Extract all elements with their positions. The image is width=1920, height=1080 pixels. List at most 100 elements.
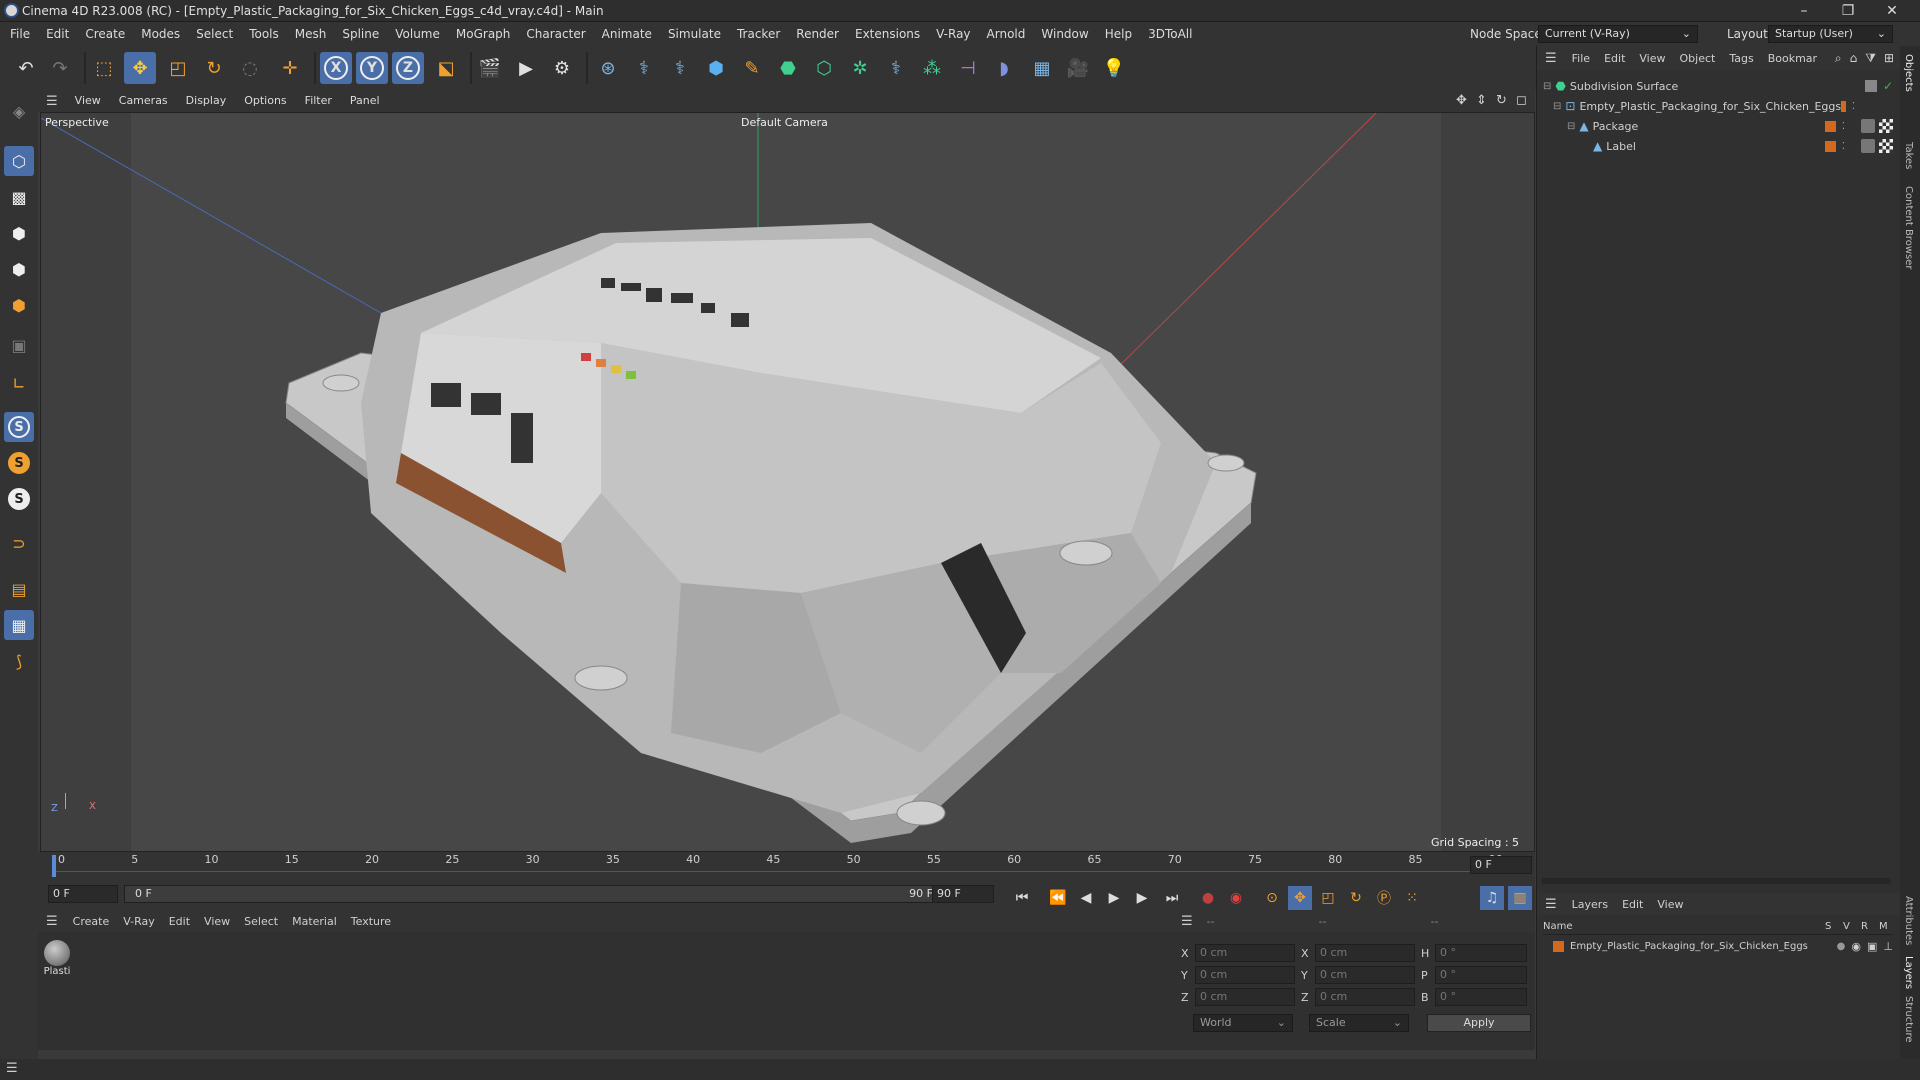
go-to-start-icon[interactable]: ⏮ (1010, 886, 1034, 910)
key-rotation-icon[interactable]: ↻ (1344, 886, 1368, 910)
polygons-mode-icon[interactable]: ⬢ (4, 290, 34, 320)
layers-menu-icon[interactable]: ☰ (1537, 897, 1565, 912)
position-y-field[interactable]: 0 cm (1195, 966, 1295, 984)
viewport-zoom-icon[interactable]: ⇕ (1476, 93, 1487, 108)
mograph-icon[interactable]: ⁂ (916, 52, 948, 84)
x-axis-lock-button[interactable]: X (320, 52, 352, 84)
position-z-field[interactable]: 0 cm (1195, 988, 1295, 1006)
z-axis-lock-button[interactable]: Z (392, 52, 424, 84)
camera-icon[interactable]: 🎥 (1062, 52, 1094, 84)
viewport-menu-cameras[interactable]: Cameras (110, 90, 177, 112)
move-tool-icon[interactable]: ✥ (124, 52, 156, 84)
material-menu-icon[interactable]: ☰ (38, 914, 66, 929)
viewport-maximize-icon[interactable]: ◻ (1516, 93, 1527, 108)
menu-character[interactable]: Character (518, 22, 593, 46)
render-picture-viewer-icon[interactable]: ▶ (510, 52, 542, 84)
tab-content-browser[interactable]: Content Browser (1903, 186, 1914, 269)
python-icon-1[interactable]: ⚕ (628, 52, 660, 84)
3d-viewport[interactable]: Perspective Default Camera Grid Spacing … (40, 112, 1535, 852)
range-slider[interactable]: 0 F 90 F (124, 885, 944, 903)
redo-icon[interactable]: ↷ (44, 52, 76, 84)
position-x-field[interactable]: 0 cm (1195, 944, 1295, 962)
model-mode-icon[interactable]: ⬡ (4, 146, 34, 176)
start-frame-field[interactable]: 0 F (48, 885, 118, 903)
objects-menu-tags[interactable]: Tags (1722, 52, 1760, 65)
menu-file[interactable]: File (2, 22, 38, 46)
material-tag-icon[interactable] (1861, 139, 1875, 153)
subdivision-icon[interactable]: ⬣ (772, 52, 804, 84)
current-frame-field[interactable]: 0 F (1470, 856, 1532, 874)
coord-menu-icon[interactable]: ☰ (1173, 914, 1201, 929)
vray-icon[interactable]: ⊛ (592, 52, 624, 84)
key-pla-icon[interactable]: ⁙ (1400, 886, 1424, 910)
light-icon[interactable]: 💡 (1098, 52, 1130, 84)
filter-icon[interactable]: ⧩ (1861, 51, 1880, 66)
objects-menu-edit[interactable]: Edit (1597, 52, 1632, 65)
visibility-dots[interactable]: ⁚ (1842, 121, 1845, 132)
objects-menu-view[interactable]: View (1632, 52, 1672, 65)
texture-tag-icon[interactable] (1879, 119, 1893, 133)
expand-icon[interactable]: ⊟ (1567, 121, 1575, 132)
edges-mode-icon[interactable]: ⬢ (4, 254, 34, 284)
layers-menu-view[interactable]: View (1650, 898, 1690, 911)
menu-3dtoall[interactable]: 3DToAll (1140, 22, 1200, 46)
live-selection-icon[interactable]: ⬚ (88, 52, 120, 84)
deformer-icon[interactable]: ⊣ (952, 52, 984, 84)
solo-toggle-icon[interactable]: ● (1837, 941, 1846, 952)
visibility-toggle[interactable] (1864, 80, 1877, 92)
menu-select[interactable]: Select (188, 22, 241, 46)
size-z-field[interactable]: 0 cm (1315, 988, 1415, 1006)
layers-menu-layers[interactable]: Layers (1565, 898, 1615, 911)
key-scale-icon[interactable]: ◰ (1316, 886, 1340, 910)
keyframe-selection-icon[interactable]: ⊙ (1260, 886, 1284, 910)
camera-label[interactable]: Default Camera (741, 116, 828, 129)
coord-scale-select[interactable]: Scale ⌄ (1309, 1014, 1409, 1032)
material-menu-vray[interactable]: V-Ray (116, 915, 162, 928)
texture-mode-icon[interactable]: ▩ (4, 182, 34, 212)
menu-edit[interactable]: Edit (38, 22, 77, 46)
render-icon[interactable]: ▣ (1867, 940, 1877, 953)
magnet-icon[interactable]: ⊃ (4, 528, 34, 558)
layer-color-swatch[interactable] (1824, 140, 1836, 152)
coord-mode-select[interactable]: World ⌄ (1193, 1014, 1293, 1032)
make-editable-icon[interactable]: ◈ (4, 96, 34, 126)
snap-icon-1[interactable]: S (4, 412, 34, 442)
objects-menu-object[interactable]: Object (1673, 52, 1723, 65)
material-menu-texture[interactable]: Texture (344, 915, 398, 928)
material-menu-select[interactable]: Select (237, 915, 285, 928)
menu-tracker[interactable]: Tracker (729, 22, 788, 46)
end-frame-field[interactable]: 90 F (932, 885, 994, 903)
field-icon[interactable]: ◗ (988, 52, 1020, 84)
size-x-field[interactable]: 0 cm (1315, 944, 1415, 962)
snap-icon-3[interactable]: S (4, 484, 34, 514)
menu-render[interactable]: Render (788, 22, 847, 46)
expand-icon[interactable]: ⊟ (1553, 101, 1561, 112)
layer-color-swatch[interactable] (1841, 100, 1846, 112)
visibility-dots[interactable]: ⁚ (1852, 101, 1855, 112)
scheme-icon[interactable]: ♫ (1480, 886, 1504, 910)
size-y-field[interactable]: 0 cm (1315, 966, 1415, 984)
viewport-menu-filter[interactable]: Filter (296, 90, 341, 112)
layer-color-swatch[interactable] (1553, 940, 1564, 952)
record-icon[interactable]: ● (1196, 886, 1220, 910)
menu-volume[interactable]: Volume (387, 22, 448, 46)
snap-icon-2[interactable]: S (4, 448, 34, 478)
viewport-menu-icon[interactable]: ☰ (38, 94, 66, 109)
tab-layers[interactable]: Layers (1903, 956, 1914, 989)
objects-menu-icon[interactable]: ☰ (1537, 51, 1565, 66)
close-button[interactable]: ✕ (1870, 0, 1914, 22)
home-icon[interactable]: ⌂ (1846, 51, 1862, 65)
cube-primitive-icon[interactable]: ⬢ (700, 52, 732, 84)
menu-window[interactable]: Window (1033, 22, 1096, 46)
new-window-icon[interactable]: ⊞ (1880, 51, 1900, 65)
key-position-icon[interactable]: ✥ (1288, 886, 1312, 910)
python-icon-3[interactable]: ⚕ (880, 52, 912, 84)
viewport-menu-options[interactable]: Options (235, 90, 295, 112)
pen-spline-icon[interactable]: ✎ (736, 52, 768, 84)
menu-simulate[interactable]: Simulate (660, 22, 729, 46)
render-view-icon[interactable]: 🎬 (474, 52, 506, 84)
menu-extensions[interactable]: Extensions (847, 22, 928, 46)
tab-attributes[interactable]: Attributes (1903, 896, 1914, 945)
floor-grid-icon[interactable]: ▤ (4, 574, 34, 604)
material-menu-create[interactable]: Create (66, 915, 117, 928)
